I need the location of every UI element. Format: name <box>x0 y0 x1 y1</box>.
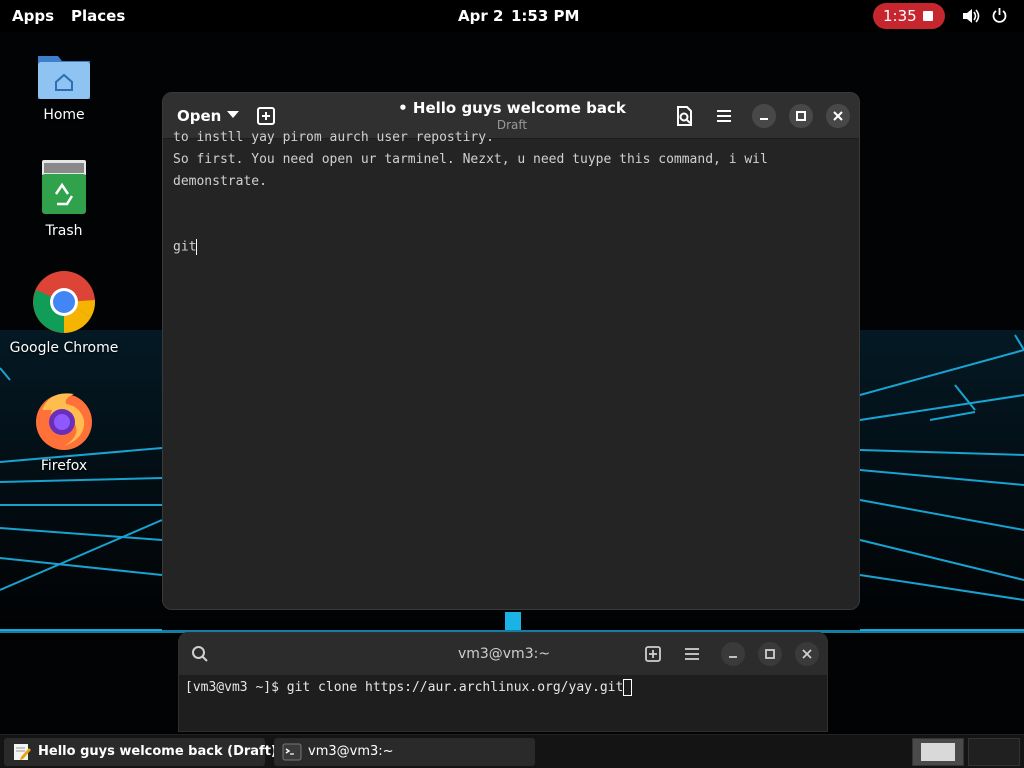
chrome-icon <box>33 271 96 333</box>
task-label: Hello guys welcome back (Draft) - ... <box>38 744 307 759</box>
home-folder-icon <box>38 56 90 99</box>
terminal-content[interactable]: [vm3@vm3 ~]$ git clone https://aur.archl… <box>185 679 633 696</box>
text-editor-icon <box>14 744 31 760</box>
task-text-editor[interactable]: Hello guys welcome back (Draft) - ... <box>4 738 306 766</box>
workspace-thumbnail <box>921 743 955 761</box>
power-icon[interactable] <box>991 7 1008 24</box>
terminal-icon <box>282 743 302 761</box>
text-line: git <box>173 239 197 255</box>
unsaved-dot: • <box>398 99 408 117</box>
volume-icon[interactable] <box>962 8 980 24</box>
screen-recording-indicator[interactable]: 1:35 <box>873 3 945 29</box>
top-bar: Apps Places Apr 2 1:53 PM 1:35 <box>0 0 1024 32</box>
task-terminal[interactable]: vm3@vm3:~ <box>274 738 535 766</box>
desktop-icon-home[interactable]: Home <box>0 44 128 128</box>
desktop-icon-chrome[interactable]: Google Chrome <box>0 270 128 358</box>
hamburger-menu-icon[interactable] <box>711 103 737 129</box>
document-title: Hello guys welcome back <box>412 99 626 117</box>
desktop-icon-firefox[interactable]: Firefox <box>0 388 128 476</box>
hamburger-menu-icon[interactable] <box>683 645 701 663</box>
new-tab-icon[interactable] <box>644 645 662 663</box>
desktop-icon-label: Trash <box>45 223 83 239</box>
shell-prompt: [vm3@vm3 ~]$ <box>185 680 287 695</box>
desktop-icon-label: Google Chrome <box>9 340 119 356</box>
text-line-current: git <box>173 239 198 255</box>
clock-time[interactable]: 1:53 PM <box>511 7 579 25</box>
desktop: Apps Places Apr 2 1:53 PM 1:35 Home Tras… <box>0 0 1024 768</box>
firefox-icon <box>36 393 92 450</box>
workspace-2[interactable] <box>968 738 1020 766</box>
text-line: So first. You need open ur tarminel. Nez… <box>173 152 768 167</box>
clock-date[interactable]: Apr 2 <box>458 7 503 25</box>
places-menu[interactable]: Places <box>71 7 125 25</box>
task-label: vm3@vm3:~ <box>308 744 394 759</box>
workspace-1[interactable] <box>912 738 964 766</box>
trash-icon <box>42 160 86 214</box>
terminal-cursor <box>623 679 633 696</box>
desktop-icon-label: Home <box>43 107 85 123</box>
maximize-icon[interactable] <box>789 104 813 128</box>
text-editor-content[interactable]: to instll yay pirom aurch user repostiry… <box>163 130 859 609</box>
taskbar: Hello guys welcome back (Draft) - ... vm… <box>0 734 1024 768</box>
text-caret <box>196 239 198 255</box>
terminal-headerbar: vm3@vm3:~ <box>179 633 827 675</box>
find-in-document-icon[interactable] <box>671 103 697 129</box>
text-line: to instll yay pirom aurch user repostiry… <box>173 130 494 145</box>
recording-time: 1:35 <box>883 7 917 25</box>
text-editor-window[interactable]: Open • Hello guys welcome back Draft to … <box>162 92 860 610</box>
terminal-window[interactable]: vm3@vm3:~ [vm3@vm3 ~]$ git clone https:/… <box>178 632 828 732</box>
desktop-icon-label: Firefox <box>40 458 88 474</box>
close-icon[interactable] <box>826 104 850 128</box>
minimize-icon[interactable] <box>721 642 745 666</box>
desktop-icon-trash[interactable]: Trash <box>0 158 128 242</box>
close-icon[interactable] <box>795 642 819 666</box>
stop-icon <box>923 11 933 21</box>
apps-menu[interactable]: Apps <box>12 7 54 25</box>
maximize-icon[interactable] <box>758 642 782 666</box>
shell-command: git clone https://aur.archlinux.org/yay.… <box>286 680 624 695</box>
text-line: demonstrate. <box>173 174 267 189</box>
minimize-icon[interactable] <box>752 104 776 128</box>
